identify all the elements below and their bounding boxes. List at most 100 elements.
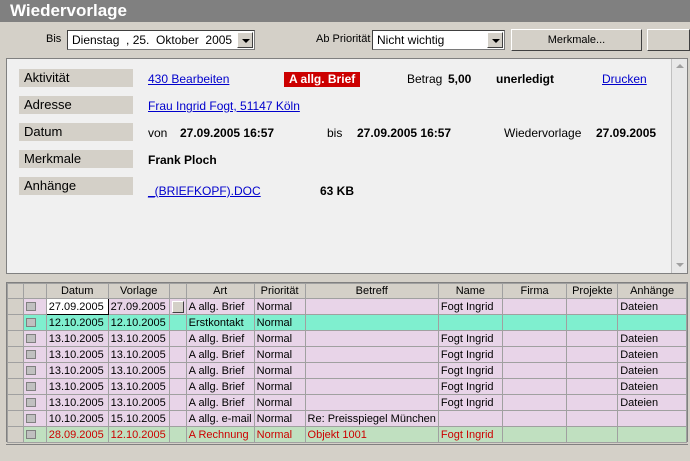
row-selector[interactable] [7, 426, 24, 443]
cell-projekte[interactable] [566, 330, 619, 347]
row-detail-button-cell[interactable] [168, 378, 187, 395]
cell-name[interactable]: Fogt Ingrid [437, 378, 503, 395]
cell-anhaenge[interactable] [617, 314, 687, 331]
cell-art[interactable]: A allg. Brief [185, 362, 255, 379]
checkbox-icon[interactable] [25, 430, 36, 440]
drucken-link[interactable]: Drucken [602, 72, 647, 86]
cell-firma[interactable] [501, 330, 568, 347]
row-selector[interactable] [7, 298, 24, 315]
row-selector[interactable] [7, 330, 24, 347]
row-detail-button-cell[interactable] [168, 314, 187, 331]
anhang-link[interactable]: _(BRIEFKOPF).DOC [148, 184, 261, 198]
cell-art[interactable]: A allg. Brief [185, 330, 255, 347]
row-checkbox-cell[interactable] [22, 410, 47, 427]
row-detail-button-cell[interactable] [168, 394, 187, 411]
cell-firma[interactable] [501, 314, 568, 331]
cell-vorlage[interactable]: 13.10.2005 [107, 330, 170, 347]
cell-prioritaet[interactable]: Normal [253, 330, 306, 347]
checkbox-icon[interactable] [25, 366, 36, 376]
cell-vorlage[interactable]: 12.10.2005 [107, 426, 170, 443]
cell-art[interactable]: Erstkontakt [185, 314, 255, 331]
row-checkbox-cell[interactable] [22, 314, 47, 331]
cell-prioritaet[interactable]: Normal [253, 378, 306, 395]
cell-betreff[interactable]: Objekt 1001 [304, 426, 439, 443]
checkbox-icon[interactable] [25, 414, 36, 424]
cell-projekte[interactable] [566, 314, 619, 331]
cell-anhaenge[interactable] [617, 410, 687, 427]
row-detail-button-cell[interactable] [168, 346, 187, 363]
cell-datum[interactable]: 27.09.2005 [45, 298, 109, 315]
table-row[interactable]: 13.10.2005 13.10.2005 A allg. Brief Normal F… [7, 346, 687, 363]
cell-name[interactable]: Fogt Ingrid [437, 394, 503, 411]
cell-betreff[interactable]: Re: Preisspiegel München [304, 410, 439, 427]
row-checkbox-cell[interactable] [22, 346, 47, 363]
cell-betreff[interactable] [304, 362, 439, 379]
cell-prioritaet[interactable]: Normal [253, 394, 306, 411]
cell-name[interactable]: Fogt Ingrid [437, 426, 503, 443]
row-selector[interactable] [7, 410, 24, 427]
merkmale-button[interactable]: Merkmale... [511, 29, 642, 51]
cell-prioritaet[interactable]: Normal [253, 346, 306, 363]
cell-prioritaet[interactable]: Normal [253, 426, 306, 443]
cell-name[interactable]: Fogt Ingrid [437, 362, 503, 379]
checkbox-icon[interactable] [25, 334, 36, 344]
cell-betreff[interactable] [304, 394, 439, 411]
row-selector[interactable] [7, 346, 24, 363]
row-checkbox-cell[interactable] [22, 362, 47, 379]
cell-art[interactable]: A allg. Brief [185, 378, 255, 395]
prioritaet-select[interactable]: Nicht wichtig [372, 30, 505, 50]
cell-firma[interactable] [501, 346, 568, 363]
cell-prioritaet[interactable]: Normal [253, 410, 306, 427]
table-row[interactable]: 27.09.2005 27.09.2005 A allg. Brief Normal F… [7, 298, 687, 315]
cell-datum[interactable]: 13.10.2005 [45, 346, 109, 363]
cell-anhaenge[interactable] [617, 426, 687, 443]
row-detail-button-cell[interactable] [168, 298, 187, 315]
cell-vorlage[interactable]: 13.10.2005 [107, 362, 170, 379]
cell-betreff[interactable] [304, 314, 439, 331]
row-checkbox-cell[interactable] [22, 330, 47, 347]
cell-firma[interactable] [501, 362, 568, 379]
cell-vorlage[interactable]: 15.10.2005 [107, 410, 170, 427]
row-detail-button-cell[interactable] [168, 410, 187, 427]
cell-firma[interactable] [501, 298, 568, 315]
column-header-art[interactable]: Art [185, 283, 255, 299]
cell-anhaenge[interactable]: Dateien [617, 346, 687, 363]
cell-firma[interactable] [501, 426, 568, 443]
cell-projekte[interactable] [566, 394, 619, 411]
column-header-projekte[interactable]: Projekte [566, 283, 619, 299]
cell-vorlage[interactable]: 13.10.2005 [107, 378, 170, 395]
row-checkbox-cell[interactable] [22, 426, 47, 443]
table-row[interactable]: 13.10.2005 13.10.2005 A allg. Brief Normal F… [7, 394, 687, 411]
cell-anhaenge[interactable]: Dateien [617, 362, 687, 379]
cell-name[interactable]: Fogt Ingrid [437, 346, 503, 363]
cell-projekte[interactable] [566, 426, 619, 443]
cell-projekte[interactable] [566, 298, 619, 315]
table-row[interactable]: 13.10.2005 13.10.2005 A allg. Brief Normal F… [7, 378, 687, 395]
cell-prioritaet[interactable]: Normal [253, 298, 306, 315]
cell-projekte[interactable] [566, 378, 619, 395]
cell-betreff[interactable] [304, 378, 439, 395]
cell-anhaenge[interactable]: Dateien [617, 298, 687, 315]
adresse-link[interactable]: Frau Ingrid Fogt, 51147 Köln [148, 99, 300, 113]
open-detail-icon[interactable] [171, 300, 184, 313]
cell-firma[interactable] [501, 378, 568, 395]
cell-betreff[interactable] [304, 330, 439, 347]
chevron-down-icon[interactable] [237, 32, 253, 48]
aktivitaet-link[interactable]: 430 Bearbeiten [148, 72, 229, 86]
cell-name[interactable] [437, 314, 503, 331]
cell-firma[interactable] [501, 394, 568, 411]
detail-scrollbar[interactable] [671, 59, 687, 273]
checkbox-icon[interactable] [25, 398, 36, 408]
row-checkbox-cell[interactable] [22, 378, 47, 395]
row-selector[interactable] [7, 394, 24, 411]
cell-name[interactable]: Fogt Ingrid [437, 330, 503, 347]
row-detail-button-cell[interactable] [168, 330, 187, 347]
cell-vorlage[interactable]: 12.10.2005 [107, 314, 170, 331]
cell-datum[interactable]: 13.10.2005 [45, 362, 109, 379]
cell-anhaenge[interactable]: Dateien [617, 330, 687, 347]
cell-vorlage[interactable]: 13.10.2005 [107, 394, 170, 411]
column-header-vorlage[interactable]: Vorlage [107, 283, 170, 299]
row-selector[interactable] [7, 314, 24, 331]
cell-art[interactable]: A allg. e-mail [185, 410, 255, 427]
checkbox-icon[interactable] [25, 350, 36, 360]
